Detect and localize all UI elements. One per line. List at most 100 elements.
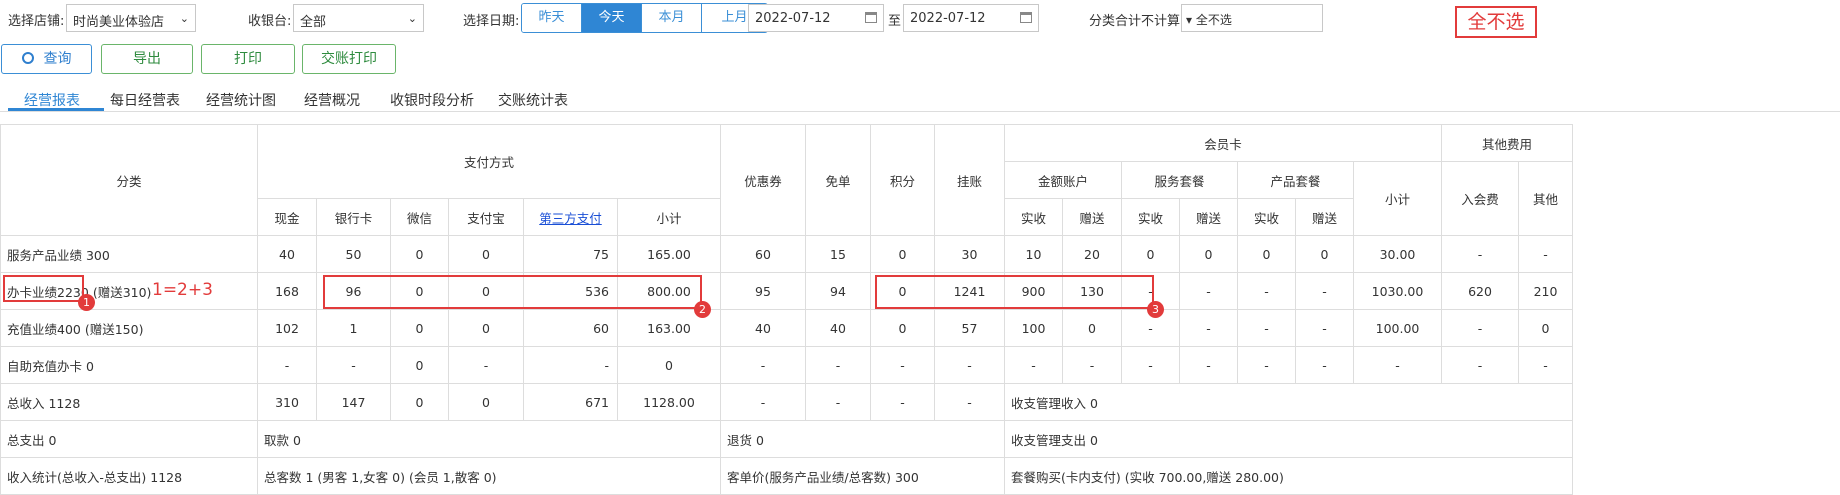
tab-daily-business[interactable]: 每日经营表 — [110, 90, 180, 110]
chevron-down-icon: ⌄ — [179, 12, 189, 25]
cell-other: - — [1518, 235, 1573, 273]
annotation-badge-2: 2 — [694, 301, 711, 318]
cell-product-gift: 0 — [1295, 235, 1354, 273]
cell-credit: - — [934, 383, 1005, 421]
date-range-toggle: 昨天 今天 本月 上月 — [521, 3, 768, 33]
annotation-badge-3: 3 — [1147, 301, 1164, 318]
cell-wechat: 0 — [390, 383, 449, 421]
tab-handover-stats[interactable]: 交账统计表 — [498, 90, 568, 110]
cell-other: 210 — [1518, 272, 1573, 310]
handover-print-button[interactable]: 交账打印 — [302, 44, 396, 74]
header-third-party-link[interactable]: 第三方支付 — [523, 198, 618, 236]
header-free: 免单 — [805, 124, 871, 236]
register-select[interactable]: 全部 ⌄ — [293, 4, 424, 32]
date-to-input[interactable]: 2022-07-12 — [903, 4, 1039, 32]
export-button[interactable]: 导出 — [101, 44, 193, 74]
cell-third-party: - — [523, 346, 618, 384]
tab-business-report[interactable]: 经营报表 — [24, 90, 80, 110]
filter-bar: 选择店铺: 时尚美业体验店 ⌄ 收银台: 全部 ⌄ 选择日期: 昨天 今天 本月… — [0, 0, 1840, 40]
header-amount-account: 金额账户 — [1004, 161, 1122, 199]
cell-bank-card: - — [316, 346, 391, 384]
print-button[interactable]: 打印 — [201, 44, 295, 74]
summary-expense-row: 总支出 0 取款 0 退货 0 收支管理支出 0 — [0, 420, 1573, 458]
cell-cash: 310 — [257, 383, 317, 421]
cell-service-gift: - — [1179, 272, 1238, 310]
cell-points: 0 — [870, 235, 935, 273]
exclude-label: 分类合计不计算: — [1089, 14, 1185, 29]
calendar-icon[interactable] — [1020, 12, 1032, 23]
cell-member-subtotal: 30.00 — [1353, 235, 1442, 273]
cell-product-gift: - — [1295, 346, 1354, 384]
header-member-card: 会员卡 — [1004, 124, 1442, 162]
header-amount-gift: 赠送 — [1062, 198, 1122, 236]
cell-amount-gift: - — [1062, 346, 1122, 384]
cell-service-gift: 0 — [1179, 235, 1238, 273]
report-body: 服务产品业绩 300 40 50 0 0 75 165.00 60 15 0 30 10 20 0 0 0 0 3… — [0, 235, 1573, 495]
cell-service-actual: 0 — [1121, 235, 1180, 273]
row-category-label: 服务产品业绩 300 — [7, 247, 110, 263]
table-row: 服务产品业绩 300 40 50 0 0 75 165.00 60 15 0 30 10 20 0 0 0 0 3… — [0, 235, 1573, 273]
date-label: 选择日期: — [463, 14, 520, 29]
search-icon — [21, 52, 34, 64]
calendar-icon[interactable] — [865, 12, 877, 23]
cell-coupon: - — [720, 346, 806, 384]
query-button[interactable]: 查询 — [1, 44, 92, 74]
tab-cashier-period[interactable]: 收银时段分析 — [390, 90, 474, 110]
row-category-label: 自助充值办卡 0 — [7, 358, 94, 374]
range-yesterday-button[interactable]: 昨天 — [522, 4, 582, 32]
date-from-value: 2022-07-12 — [755, 11, 831, 26]
row-category-gift: (赠送310) — [92, 284, 152, 300]
header-cash: 现金 — [257, 198, 317, 236]
register-label: 收银台: — [248, 14, 292, 29]
header-other-fees: 其他费用 — [1441, 124, 1573, 162]
cell-amount-gift: 0 — [1062, 309, 1122, 347]
cell-product-actual: - — [1237, 346, 1296, 384]
annotation-box-3 — [875, 275, 1154, 309]
cell-member-subtotal: 100.00 — [1353, 309, 1442, 347]
header-join-fee: 入会费 — [1441, 161, 1519, 236]
avg-ticket: 客单价(服务产品业绩/总客数) 300 — [720, 457, 1005, 495]
cell-other: 0 — [1518, 309, 1573, 347]
header-other: 其他 — [1518, 161, 1573, 236]
cell-product-actual: 0 — [1237, 235, 1296, 273]
exclude-annotation-box: 全不选 — [1455, 6, 1537, 38]
cell-third-party: 60 — [523, 309, 618, 347]
date-to-value: 2022-07-12 — [910, 11, 986, 26]
cell-points: - — [870, 383, 935, 421]
annotation-formula: 1=2+3 — [152, 280, 213, 300]
ledger-expense: 收支管理支出 0 — [1004, 420, 1573, 458]
cell-service-actual: - — [1121, 346, 1180, 384]
cell-cash: - — [257, 346, 317, 384]
cell-pay-subtotal: 0 — [617, 346, 721, 384]
cell-amount-gift: 20 — [1062, 235, 1122, 273]
cell-points: 0 — [870, 309, 935, 347]
header-payment-method: 支付方式 — [257, 124, 721, 199]
report-tabs: 经营报表 每日经营表 经营统计图 经营概况 收银时段分析 交账统计表 — [0, 86, 1840, 112]
cell-third-party: 671 — [523, 383, 618, 421]
header-product-actual: 实收 — [1237, 198, 1296, 236]
header-wechat: 微信 — [390, 198, 449, 236]
cell-cash: 168 — [257, 272, 317, 310]
date-separator: 至 — [888, 14, 902, 29]
annotation-badge-1: 1 — [78, 294, 95, 311]
business-report-table: 分类 支付方式 优惠券 免单 积分 挂账 会员卡 其他费用 金额账户 服务套餐 … — [0, 124, 1573, 495]
cell-coupon: 60 — [720, 235, 806, 273]
header-product-package: 产品套餐 — [1237, 161, 1354, 199]
range-today-button[interactable]: 今天 — [582, 4, 642, 32]
cell-alipay: 0 — [448, 383, 524, 421]
row-category-label: 充值业绩400 (赠送150) — [7, 321, 144, 337]
header-amount-actual: 实收 — [1004, 198, 1063, 236]
cell-alipay: 0 — [448, 309, 524, 347]
cell-alipay: - — [448, 346, 524, 384]
summary-stats-row: 收入统计(总收入-总支出) 1128 总客数 1 (男客 1,女客 0) (会员… — [0, 457, 1573, 495]
third-party-pay-link[interactable]: 第三方支付 — [539, 211, 602, 226]
tab-business-overview[interactable]: 经营概况 — [304, 90, 360, 110]
cell-wechat: 0 — [390, 346, 449, 384]
cell-credit: - — [934, 346, 1005, 384]
cell-free: - — [805, 346, 871, 384]
date-from-input[interactable]: 2022-07-12 — [748, 4, 884, 32]
range-this-month-button[interactable]: 本月 — [642, 4, 702, 32]
store-select[interactable]: 时尚美业体验店 ⌄ — [66, 4, 196, 32]
tab-business-charts[interactable]: 经营统计图 — [206, 90, 276, 110]
exclude-multiselect[interactable]: ▾ 全不选 — [1181, 4, 1323, 32]
